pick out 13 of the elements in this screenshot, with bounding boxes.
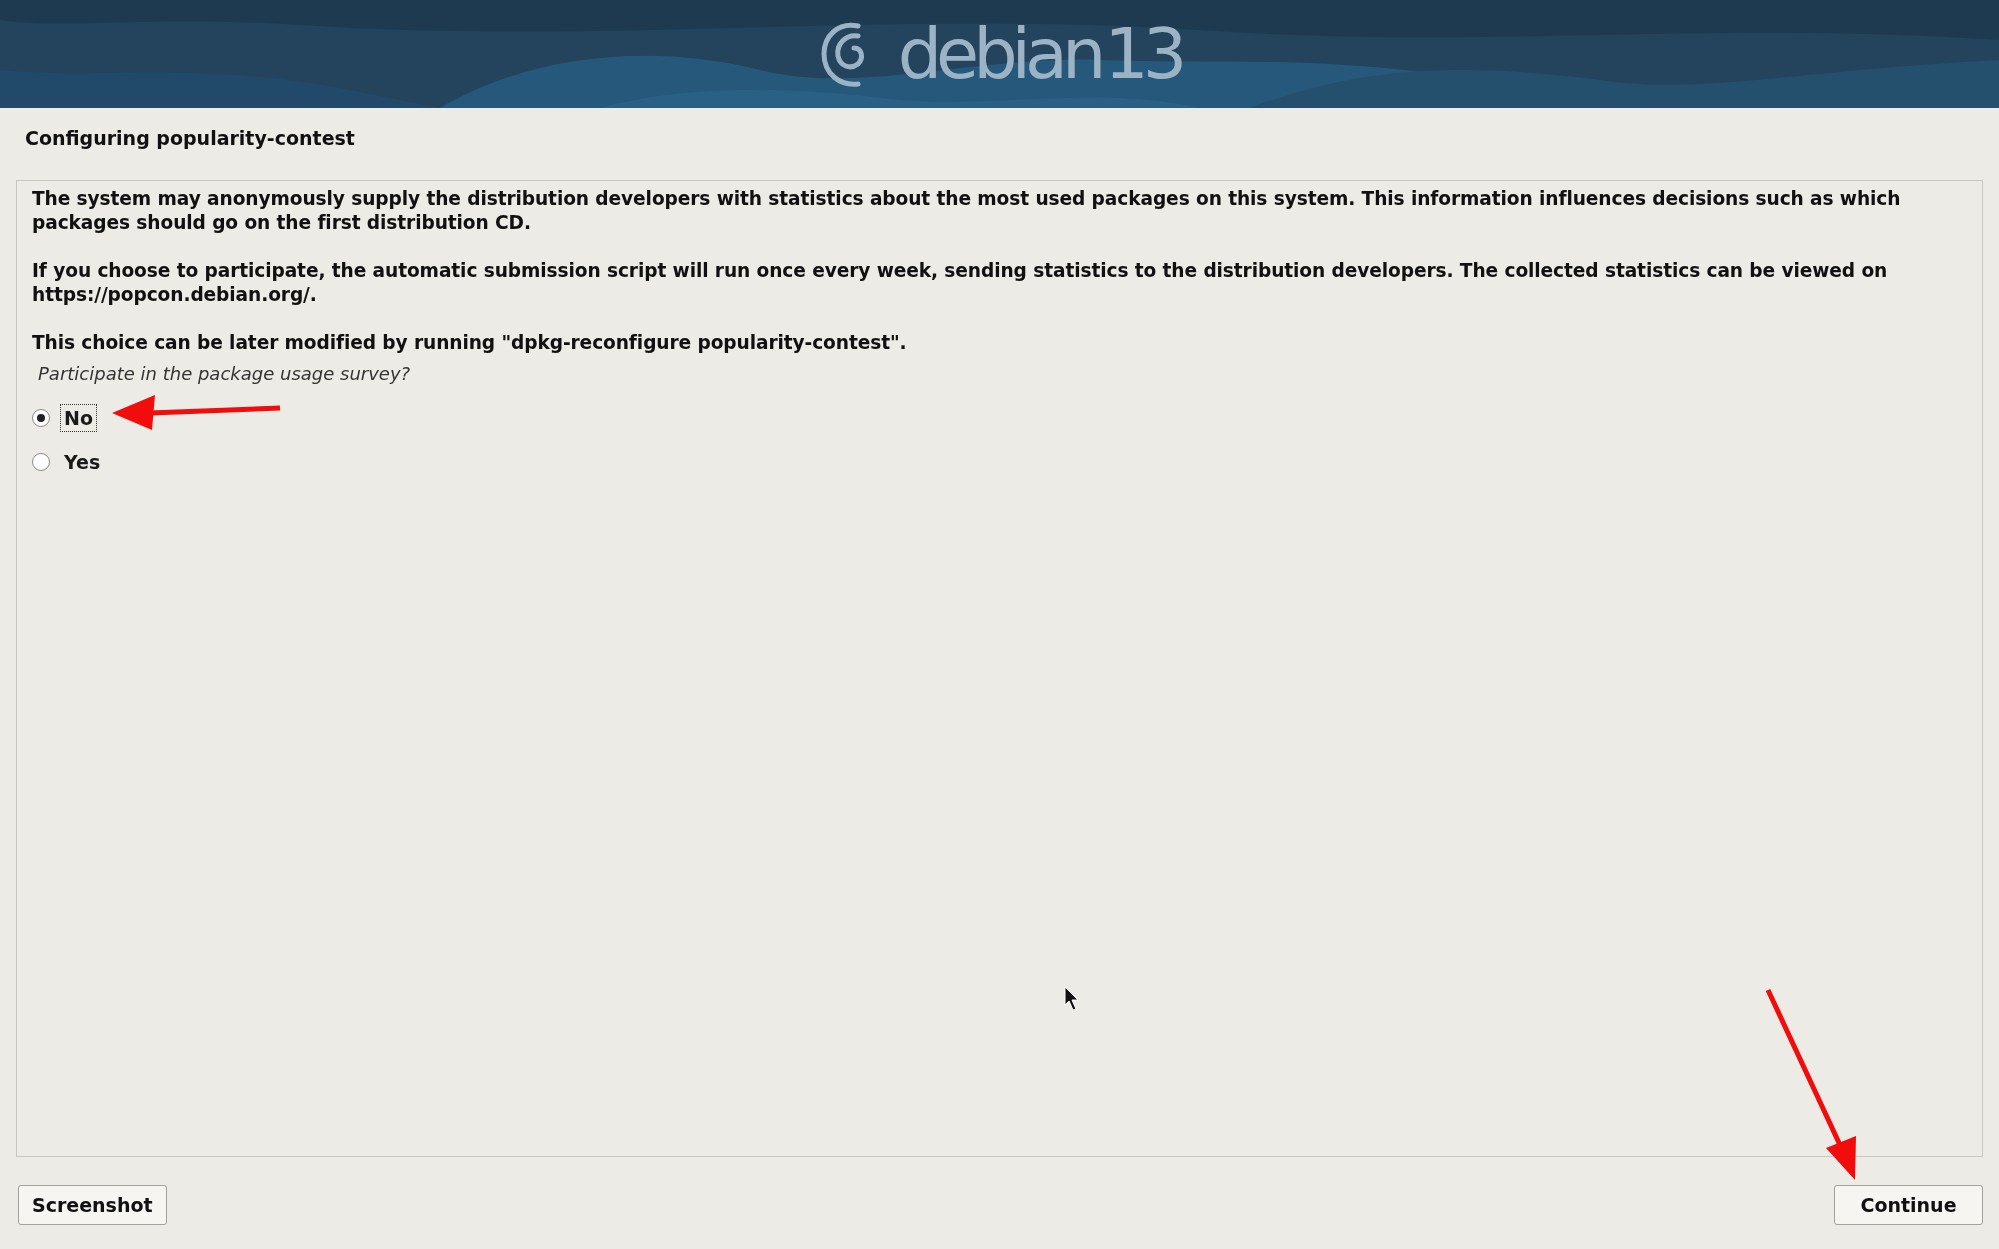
logo-text: debian13 — [896, 19, 1182, 89]
dialog-title: Configuring popularity-contest — [24, 126, 356, 151]
screenshot-button[interactable]: Screenshot — [18, 1185, 167, 1225]
option-label[interactable]: Yes — [60, 448, 105, 476]
mouse-cursor-icon — [1064, 986, 1079, 1011]
paragraph: This choice can be later modified by running "dpkg-reconfigure popularity-contest". — [32, 331, 908, 355]
paragraph: The system may anonymously supply the distribution developers with statistics about the most used packages on this system. This information influences decisions such as which packages should go on the first distribution CD. — [32, 187, 1902, 235]
question-text: Participate in the package usage survey? — [37, 363, 412, 384]
radio-button[interactable] — [32, 409, 50, 427]
option-label[interactable]: No — [60, 404, 97, 432]
paragraph: If you choose to participate, the automatic submission script will run once every week, sending statistics to the distribution developers. The collected statistics can be viewed on https://popcon.debian.org/. — [32, 259, 1889, 307]
continue-button[interactable]: Continue — [1834, 1185, 1983, 1225]
radio-button[interactable] — [32, 453, 50, 471]
